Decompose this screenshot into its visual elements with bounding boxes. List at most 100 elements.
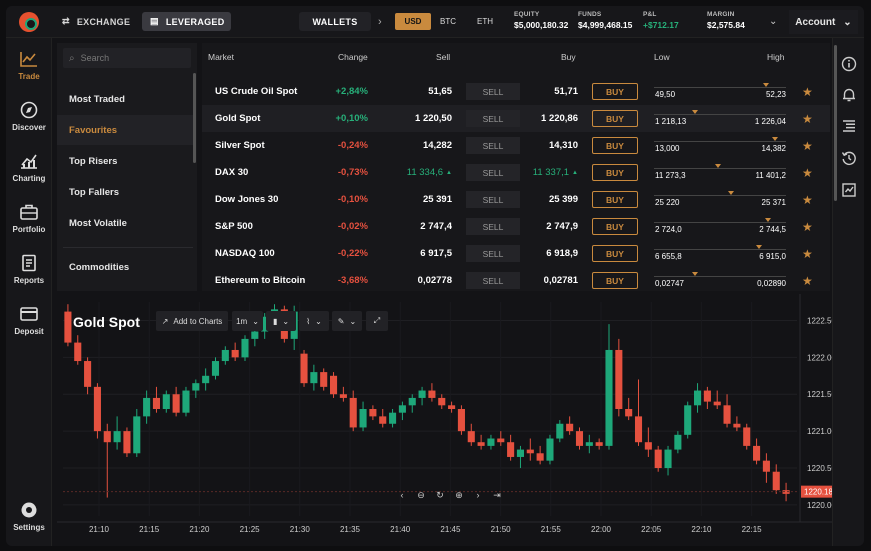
buy-price-value: 0,02781 [543,275,578,286]
list-icon[interactable] [841,118,857,134]
zoom-in-icon[interactable]: ⊕ [454,490,464,501]
chevron-right-icon[interactable]: › [473,490,483,501]
favourite-star-icon[interactable]: ★ [802,220,813,234]
chevron-left-icon[interactable]: ‹ [397,490,407,501]
table-row[interactable]: Ethereum to Bitcoin -3,68% 0,02778 SELL 0,02… [202,267,830,294]
candle-body [438,397,446,406]
candle-type-button[interactable]: ▮ ⌄ [266,311,296,331]
menu-favourites[interactable]: Favourites [57,115,193,145]
account-menu[interactable]: Account ⌄ [789,10,858,34]
table-row[interactable]: Dow Jones 30 -0,10% 25 391 SELL 25 399 BUY 25 … [202,186,830,213]
candle-body [743,427,751,446]
table-row[interactable]: DAX 30 -0,73% 11 334,6 ▲ SELL 11 337,1 ▲ BUY 11 … [202,159,830,186]
menu-most-traded[interactable]: Most Traded [57,84,193,114]
nav-trade[interactable]: Trade [6,50,52,81]
table-row[interactable]: S&P 500 -0,02% 2 747,4 SELL 2 747,9 BUY 2 724,… [202,213,830,240]
chevron-down-icon[interactable]: ⌄ [769,16,777,27]
buy-button[interactable]: BUY [592,164,638,181]
buy-price: 51,71 [492,78,578,105]
range-marker [692,272,699,276]
add-to-charts-button[interactable]: ↗ Add to Charts [156,311,228,331]
range-line [654,87,786,88]
favourite-star-icon[interactable]: ★ [802,112,813,126]
table-row[interactable]: NASDAQ 100 -0,22% 6 917,5 SELL 6 918,9 BUY 6 6… [202,240,830,267]
candle-body [536,453,544,461]
currency-eth[interactable]: ETH [467,13,503,30]
favourite-star-icon[interactable]: ★ [802,139,813,153]
currency-usd[interactable]: USD [395,13,431,30]
candle-body [595,442,603,446]
sell-price-value: 14,282 [422,140,452,151]
candle-body [379,416,387,424]
nav-reports[interactable]: Reports [6,254,52,285]
favourite-star-icon[interactable]: ★ [802,85,813,99]
range-line [654,195,786,196]
fullscreen-button[interactable]: ⤢ [366,311,388,331]
interval-select[interactable]: 1m ⌄ [232,311,263,331]
candle-body [654,449,662,469]
sell-price: 14,282 [372,132,452,159]
x-tick-label: 21:30 [290,525,311,534]
buy-button[interactable]: BUY [592,245,638,262]
candle-body [467,431,475,443]
candle-body [408,397,416,406]
menu-top-fallers[interactable]: Top Fallers [57,177,193,207]
wallets-button[interactable]: WALLETS [299,12,371,31]
range-line [654,276,786,277]
candle-body [723,405,731,424]
stat-pnl-value: +$712.17 [643,20,679,30]
nav-deposit[interactable]: Deposit [6,305,52,336]
candle-body [211,361,220,376]
buy-button[interactable]: BUY [592,272,638,289]
menu-top-risers[interactable]: Top Risers [57,146,193,176]
candle-body [733,423,741,428]
nav-discover[interactable]: Discover [6,101,52,132]
zoom-out-icon[interactable]: ⊖ [416,490,426,501]
chart-title: Gold Spot [73,314,140,330]
menu-scrollbar[interactable] [193,73,196,163]
favourite-star-icon[interactable]: ★ [802,193,813,207]
info-icon[interactable] [841,56,857,72]
table-scrollbar[interactable] [834,45,837,201]
table-row[interactable]: US Crude Oil Spot +2,84% 51,65 SELL 51,71 BUY… [202,78,830,105]
app-logo-icon[interactable] [19,12,39,32]
nav-portfolio[interactable]: Portfolio [6,203,52,234]
indicators-button[interactable]: ⌇ ⌄ [299,311,329,331]
nav-charting[interactable]: Charting [6,152,52,183]
buy-button[interactable]: BUY [592,83,638,100]
search-input[interactable]: Search [81,53,110,63]
menu-most-volatile[interactable]: Most Volatile [57,208,193,238]
draw-button[interactable]: ✎ ⌄ [332,311,362,331]
tab-leveraged[interactable]: ▤ LEVERAGED [142,12,231,31]
search-box[interactable]: ⌕ Search [63,48,191,68]
currency-btc[interactable]: BTC [430,13,466,30]
menu-commodities[interactable]: Commodities [57,252,193,282]
buy-button[interactable]: BUY [592,218,638,235]
last-icon[interactable]: ⇥ [492,490,502,501]
table-row[interactable]: Silver Spot -0,24% 14,282 SELL 14,310 BUY 13,0… [202,132,830,159]
tab-exchange[interactable]: ⇄ EXCHANGE [54,12,142,31]
buy-price: 6 918,9 [492,240,578,267]
reset-icon[interactable]: ↻ [435,490,445,501]
market-change: -0,02% [337,221,368,232]
favourite-star-icon[interactable]: ★ [802,247,813,261]
sell-price: 0,02778 [372,267,452,294]
buy-button[interactable]: BUY [592,191,638,208]
favourite-star-icon[interactable]: ★ [802,166,813,180]
chart-check-icon[interactable] [841,182,857,198]
nav-settings[interactable]: Settings [6,501,52,532]
candle-body [684,405,692,435]
market-name: Ethereum to Bitcoin [215,275,306,286]
buy-button[interactable]: BUY [592,137,638,154]
buy-button[interactable]: BUY [592,110,638,127]
history-icon[interactable] [841,150,857,166]
favourite-star-icon[interactable]: ★ [802,274,813,288]
chevron-down-icon: ⌄ [843,16,852,28]
table-row[interactable]: Gold Spot +0,10% 1 220,50 SELL 1 220,86 BUY 1 … [202,105,830,132]
chevron-right-icon[interactable]: › [378,16,382,28]
candlestick-chart[interactable]: 1222.50 1222.00 1221.50 1221.00 1220.50 1220.… [57,294,832,546]
bell-icon[interactable] [841,87,857,103]
candle-body [644,442,652,450]
sell-price-value: 2 747,4 [420,221,452,232]
candle-body [329,375,338,395]
